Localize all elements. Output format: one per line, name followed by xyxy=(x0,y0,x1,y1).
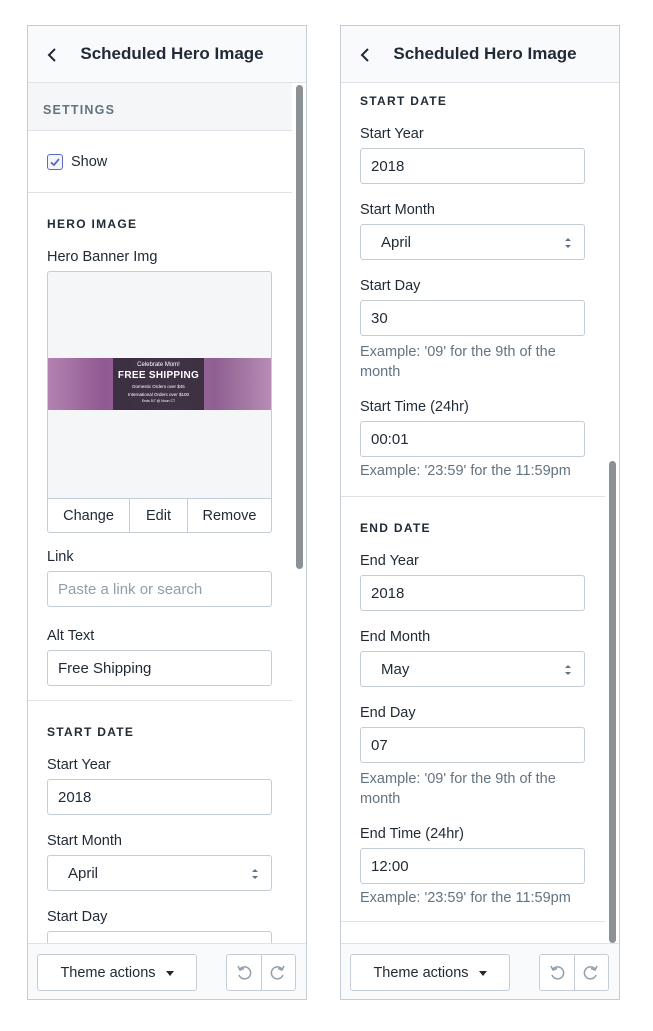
redo-icon xyxy=(583,965,598,980)
left-editor-panel: Scheduled Hero Image SETTINGS Show HERO … xyxy=(27,25,307,1000)
banner-line2: FREE SHIPPING xyxy=(117,370,200,381)
start-day-input[interactable]: 30 xyxy=(360,300,585,336)
theme-actions-button[interactable]: Theme actions xyxy=(350,954,510,991)
image-actions: Change Edit Remove xyxy=(48,498,271,532)
start-year-label: Start Year xyxy=(360,126,424,142)
redo-button[interactable] xyxy=(575,955,609,990)
panel-body: START DATE Start Year 2018 Start Month A… xyxy=(341,83,619,943)
undo-icon xyxy=(237,965,252,980)
undo-icon xyxy=(550,965,565,980)
hero-banner-image: Celebrate Mom! FREE SHIPPING Domestic Or… xyxy=(48,358,271,410)
right-editor-panel: Scheduled Hero Image START DATE Start Ye… xyxy=(340,25,620,1000)
end-month-value: May xyxy=(381,660,410,678)
end-day-hint: Example: '09' for the 9th of the month xyxy=(360,771,556,807)
redo-icon xyxy=(270,965,285,980)
undo-button[interactable] xyxy=(227,955,262,990)
start-day-label: Start Day xyxy=(47,909,108,925)
start-date-section: START DATE Start Year 2018 Start Month A… xyxy=(341,83,605,497)
banner-line4: International Orders over $100 xyxy=(127,392,190,397)
start-month-select[interactable]: April xyxy=(360,224,585,260)
panel-title: Scheduled Hero Image xyxy=(393,44,577,63)
redo-button[interactable] xyxy=(262,955,296,990)
show-checkbox[interactable] xyxy=(47,153,63,170)
scrollbar-thumb[interactable] xyxy=(296,85,303,569)
start-date-title: START DATE xyxy=(360,94,448,108)
image-preview[interactable]: Celebrate Mom! FREE SHIPPING Domestic Or… xyxy=(48,272,271,498)
caret-down-icon xyxy=(165,971,174,976)
edit-image-button[interactable]: Edit xyxy=(130,499,188,532)
select-arrows-icon xyxy=(565,665,571,675)
start-month-value: April xyxy=(381,233,412,251)
end-time-input[interactable]: 12:00 xyxy=(360,848,585,884)
hero-image-section: HERO IMAGE Hero Banner Img Celebrate Mom… xyxy=(28,193,292,701)
banner-line5: Ends 5/7 @ Noon CT xyxy=(141,399,176,403)
alt-text-label: Alt Text xyxy=(47,628,95,644)
change-image-button[interactable]: Change xyxy=(48,499,130,532)
undo-redo-group xyxy=(539,954,609,991)
show-label: Show xyxy=(71,153,108,170)
end-year-label: End Year xyxy=(360,553,419,569)
hero-banner-img-label: Hero Banner Img xyxy=(47,249,158,265)
end-time-label: End Time (24hr) xyxy=(360,826,464,842)
panel-header: Scheduled Hero Image xyxy=(341,26,619,83)
end-month-label: End Month xyxy=(360,629,431,645)
start-year-input[interactable]: 2018 xyxy=(47,779,272,815)
end-time-hint: Example: '23:59' for the 11:59pm xyxy=(360,890,571,906)
undo-button[interactable] xyxy=(540,955,575,990)
undo-redo-group xyxy=(226,954,296,991)
select-arrows-icon xyxy=(252,869,258,879)
panel-body: SETTINGS Show HERO IMAGE Hero Banner Img xyxy=(28,83,306,943)
banner-line1: Celebrate Mom! xyxy=(137,362,180,368)
end-day-label: End Day xyxy=(360,705,416,721)
remove-image-button[interactable]: Remove xyxy=(188,499,271,532)
banner-line3: Domestic Orders over $45 xyxy=(132,384,185,389)
select-arrows-icon xyxy=(565,238,571,248)
hero-image-title: HERO IMAGE xyxy=(47,217,138,231)
checkmark-icon xyxy=(50,157,60,166)
caret-down-icon xyxy=(478,971,487,976)
start-year-input[interactable]: 2018 xyxy=(360,148,585,184)
show-section: Show xyxy=(28,131,292,193)
theme-actions-button[interactable]: Theme actions xyxy=(37,954,197,991)
theme-actions-label: Theme actions xyxy=(60,964,156,981)
end-date-section: END DATE End Year 2018 End Month May End… xyxy=(341,497,605,922)
start-month-value: April xyxy=(68,864,99,882)
theme-actions-label: Theme actions xyxy=(373,964,469,981)
alt-text-input[interactable]: Free Shipping xyxy=(47,650,272,686)
settings-heading: SETTINGS xyxy=(28,83,292,131)
start-month-select[interactable]: April xyxy=(47,855,272,891)
end-day-input[interactable]: 07 xyxy=(360,727,585,763)
image-picker: Celebrate Mom! FREE SHIPPING Domestic Or… xyxy=(47,271,272,533)
end-year-input[interactable]: 2018 xyxy=(360,575,585,611)
panel-header: Scheduled Hero Image xyxy=(28,26,306,83)
start-time-label: Start Time (24hr) xyxy=(360,399,469,415)
panel-title: Scheduled Hero Image xyxy=(80,44,264,63)
banner-text-card: Celebrate Mom! FREE SHIPPING Domestic Or… xyxy=(113,358,204,410)
start-date-title: START DATE xyxy=(47,725,135,739)
scrollbar-thumb[interactable] xyxy=(609,461,616,943)
back-chevron-icon[interactable] xyxy=(40,43,64,67)
start-year-label: Start Year xyxy=(47,757,111,773)
start-date-section: START DATE Start Year 2018 Start Month A… xyxy=(28,701,292,943)
start-month-label: Start Month xyxy=(360,202,435,218)
start-day-label: Start Day xyxy=(360,278,421,294)
start-day-hint: Example: '09' for the 9th of the month xyxy=(360,344,556,380)
panel-footer: Theme actions xyxy=(341,943,619,999)
scrollbar[interactable] xyxy=(605,83,619,943)
start-time-hint: Example: '23:59' for the 11:59pm xyxy=(360,463,571,479)
show-checkbox-row[interactable]: Show xyxy=(47,153,108,170)
back-chevron-icon[interactable] xyxy=(353,43,377,67)
link-label: Link xyxy=(47,549,74,565)
start-time-input[interactable]: 00:01 xyxy=(360,421,585,457)
link-input[interactable] xyxy=(47,571,272,607)
start-month-label: Start Month xyxy=(47,833,122,849)
end-month-select[interactable]: May xyxy=(360,651,585,687)
scrollbar[interactable] xyxy=(292,83,306,943)
start-day-input[interactable]: 30 xyxy=(47,931,272,943)
end-date-title: END DATE xyxy=(360,521,431,535)
panel-footer: Theme actions xyxy=(28,943,306,999)
